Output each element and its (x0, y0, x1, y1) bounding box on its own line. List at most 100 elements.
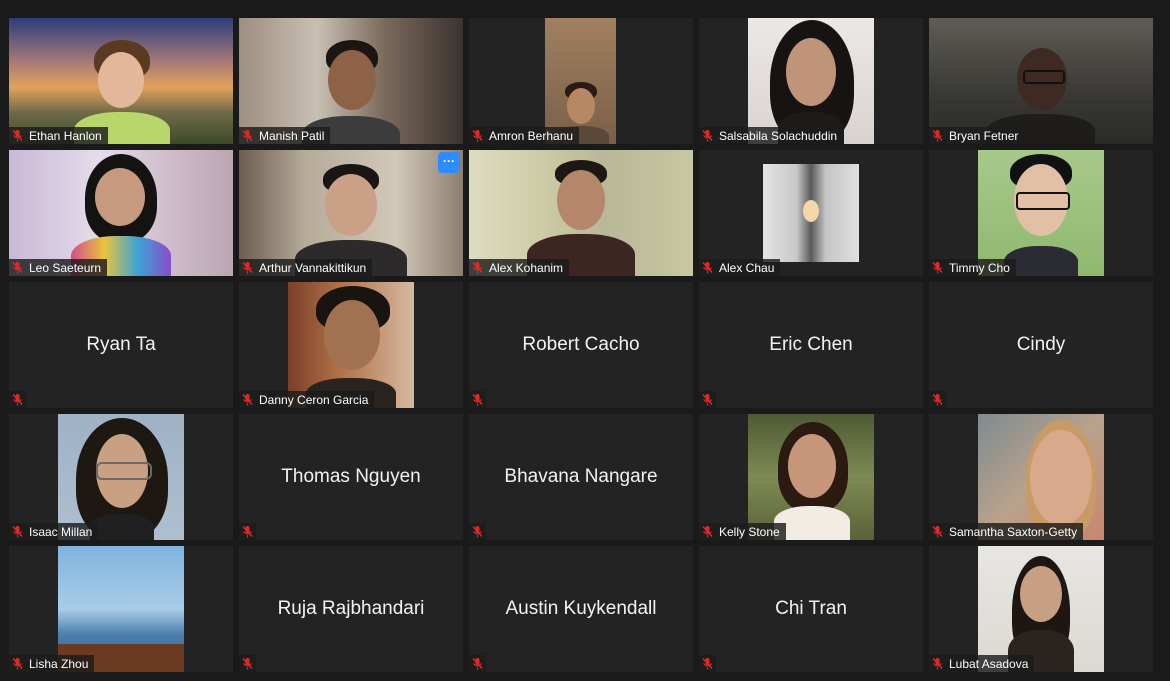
participant-tile[interactable]: Isaac Millan (9, 414, 233, 540)
participant-name-label (699, 391, 716, 408)
participant-video (978, 414, 1104, 540)
participant-tile[interactable]: Leo Saeteurn (9, 150, 233, 276)
participant-tile[interactable]: Chi Tran (699, 546, 923, 672)
participant-name-label (469, 655, 486, 672)
participant-tile[interactable]: Salsabila Solachuddin (699, 18, 923, 144)
participant-tile[interactable]: Cindy (929, 282, 1153, 408)
participant-name-label: Kelly Stone (699, 523, 786, 540)
participant-tile[interactable]: Samantha Saxton-Getty (929, 414, 1153, 540)
muted-microphone-icon (931, 657, 944, 670)
participant-video (929, 18, 1153, 144)
participant-name-label: Lisha Zhou (9, 655, 95, 672)
participant-tile[interactable]: Ethan Hanlon (9, 18, 233, 144)
muted-microphone-icon (701, 393, 714, 406)
muted-microphone-icon (471, 261, 484, 274)
participant-video (239, 18, 463, 144)
participant-name-label (9, 391, 26, 408)
participant-video (9, 150, 233, 276)
participant-tile[interactable]: Ryan Ta (9, 282, 233, 408)
muted-microphone-icon (11, 657, 24, 670)
gallery-view: Ethan Hanlon Manish Patil Amron Berhanu … (9, 18, 1153, 672)
participant-name: Arthur Vannakittikun (259, 260, 367, 275)
participant-name: Bryan Fetner (949, 128, 1019, 143)
participant-tile[interactable]: Amron Berhanu (469, 18, 693, 144)
participant-name-label: Timmy Cho (929, 259, 1016, 276)
participant-video (763, 164, 859, 262)
muted-microphone-icon (241, 129, 254, 142)
participant-name: Amron Berhanu (489, 128, 574, 143)
participant-video (748, 18, 874, 144)
participant-tile[interactable]: Ruja Rajbhandari (239, 546, 463, 672)
participant-name-label: Alex Kohanim (469, 259, 570, 276)
participant-name-label (699, 655, 716, 672)
participant-video (58, 546, 184, 672)
muted-microphone-icon (241, 525, 254, 538)
participant-tile[interactable]: Robert Cacho (469, 282, 693, 408)
participant-tile[interactable]: Alex Chau (699, 150, 923, 276)
participant-video (748, 414, 874, 540)
participant-display-name: Ruja Rajbhandari (277, 598, 425, 619)
participant-name-label: Alex Chau (699, 259, 781, 276)
more-options-button[interactable]: ··· (438, 152, 460, 173)
muted-microphone-icon (701, 525, 714, 538)
participant-video (239, 150, 463, 276)
participant-name: Lisha Zhou (29, 656, 89, 671)
participant-tile[interactable]: Alex Kohanim (469, 150, 693, 276)
participant-display-name: Bhavana Nangare (504, 466, 658, 487)
participant-display-name: Thomas Nguyen (281, 466, 421, 487)
muted-microphone-icon (11, 393, 24, 406)
muted-microphone-icon (931, 261, 944, 274)
participant-name-label: Manish Patil (239, 127, 331, 144)
muted-microphone-icon (471, 525, 484, 538)
participant-tile[interactable]: Bhavana Nangare (469, 414, 693, 540)
participant-tile[interactable]: Bryan Fetner (929, 18, 1153, 144)
participant-tile[interactable]: Thomas Nguyen (239, 414, 463, 540)
muted-microphone-icon (701, 129, 714, 142)
participant-display-name: Austin Kuykendall (505, 598, 657, 619)
participant-name: Alex Kohanim (489, 260, 564, 275)
participant-name-label (239, 655, 256, 672)
participant-name-label: Arthur Vannakittikun (239, 259, 373, 276)
participant-name: Manish Patil (259, 128, 325, 143)
participant-tile[interactable]: Timmy Cho (929, 150, 1153, 276)
participant-name: Timmy Cho (949, 260, 1010, 275)
muted-microphone-icon (701, 657, 714, 670)
muted-microphone-icon (701, 261, 714, 274)
participant-name-label: Amron Berhanu (469, 127, 580, 144)
muted-microphone-icon (11, 525, 24, 538)
muted-microphone-icon (471, 657, 484, 670)
participant-video (288, 282, 414, 408)
participant-video (545, 18, 616, 144)
participant-tile[interactable]: Lisha Zhou (9, 546, 233, 672)
participant-name: Leo Saeteurn (29, 260, 102, 275)
participant-name-label: Samantha Saxton-Getty (929, 523, 1084, 540)
participant-video (978, 150, 1104, 276)
muted-microphone-icon (931, 129, 944, 142)
participant-name-label: Danny Ceron Garcia (239, 391, 375, 408)
participant-name: Salsabila Solachuddin (719, 128, 838, 143)
participant-name: Samantha Saxton-Getty (949, 524, 1078, 539)
muted-microphone-icon (241, 261, 254, 274)
participant-name: Alex Chau (719, 260, 775, 275)
participant-tile[interactable]: Eric Chen (699, 282, 923, 408)
participant-tile[interactable]: Kelly Stone (699, 414, 923, 540)
participant-name-label (239, 523, 256, 540)
participant-name: Ethan Hanlon (29, 128, 102, 143)
participant-name-label: Bryan Fetner (929, 127, 1025, 144)
participant-tile[interactable]: Manish Patil (239, 18, 463, 144)
participant-display-name: Eric Chen (769, 334, 853, 355)
participant-video (9, 18, 233, 144)
participant-tile[interactable]: Danny Ceron Garcia (239, 282, 463, 408)
participant-display-name: Chi Tran (775, 598, 847, 619)
muted-microphone-icon (471, 393, 484, 406)
participant-name-label: Isaac Millan (9, 523, 99, 540)
participant-video (469, 150, 693, 276)
participant-tile[interactable]: Lubat Asadova (929, 546, 1153, 672)
participant-name-label (469, 523, 486, 540)
participant-tile[interactable]: Austin Kuykendall (469, 546, 693, 672)
participant-name-label (469, 391, 486, 408)
participant-video (978, 546, 1104, 672)
muted-microphone-icon (471, 129, 484, 142)
participant-display-name: Robert Cacho (522, 334, 640, 355)
participant-tile[interactable]: ··· Arthur Vannakittikun (239, 150, 463, 276)
